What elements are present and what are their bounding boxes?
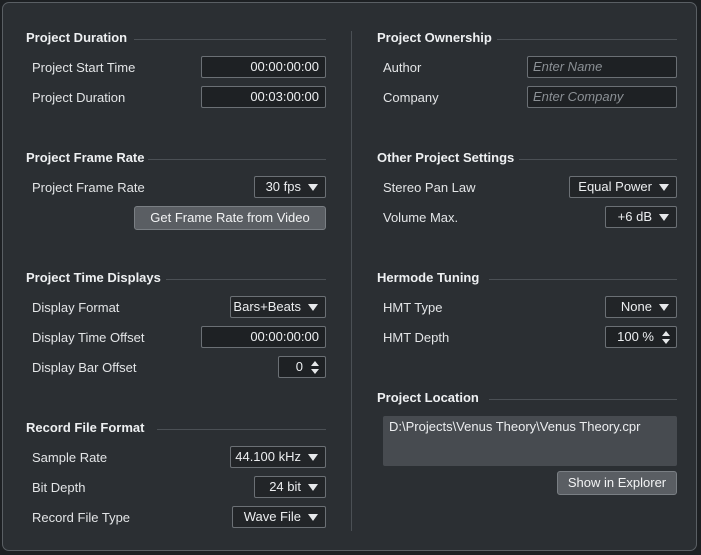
- stereo-pan-law-value: Equal Power: [578, 179, 652, 194]
- company-label: Company: [383, 90, 439, 105]
- chevron-down-icon: [308, 454, 318, 461]
- column-divider: [351, 31, 352, 531]
- project-duration-field[interactable]: 00:03:00:00: [201, 86, 326, 108]
- display-format-dropdown[interactable]: Bars+Beats: [230, 296, 326, 318]
- get-frame-rate-from-video-button[interactable]: Get Frame Rate from Video: [134, 206, 326, 230]
- display-time-offset-label: Display Time Offset: [32, 330, 145, 345]
- sample-rate-value: 44.100 kHz: [235, 449, 301, 464]
- author-label: Author: [383, 60, 422, 75]
- stepper-down-icon[interactable]: [662, 339, 670, 344]
- hmt-type-dropdown[interactable]: None: [605, 296, 677, 318]
- project-setup-panel: Project Duration Project Start Time 00:0…: [2, 2, 697, 551]
- section-divider: [148, 159, 326, 160]
- bit-depth-label: Bit Depth: [32, 480, 86, 495]
- record-file-type-dropdown[interactable]: Wave File: [232, 506, 326, 528]
- section-divider: [134, 39, 326, 40]
- section-title: Project Frame Rate: [26, 150, 145, 165]
- display-format-label: Display Format: [32, 300, 120, 315]
- stereo-pan-law-label: Stereo Pan Law: [383, 180, 476, 195]
- hmt-type-value: None: [620, 299, 652, 314]
- section-title: Project Time Displays: [26, 270, 161, 285]
- section-record-file-format: Record File Format: [26, 420, 326, 440]
- section-divider: [157, 429, 326, 430]
- display-time-offset-field[interactable]: 00:00:00:00: [201, 326, 326, 348]
- chevron-down-icon: [659, 304, 669, 311]
- display-bar-offset-stepper[interactable]: 0: [278, 356, 326, 378]
- project-start-time-field[interactable]: 00:00:00:00: [201, 56, 326, 78]
- hmt-depth-label: HMT Depth: [383, 330, 450, 345]
- sample-rate-dropdown[interactable]: 44.100 kHz: [230, 446, 326, 468]
- hmt-depth-stepper[interactable]: 100 %: [605, 326, 677, 348]
- project-duration-label: Project Duration: [32, 90, 126, 105]
- show-in-explorer-button[interactable]: Show in Explorer: [557, 471, 677, 495]
- section-hermode-tuning: Hermode Tuning: [377, 270, 677, 290]
- chevron-down-icon: [659, 184, 669, 191]
- section-divider: [519, 159, 677, 160]
- bit-depth-dropdown[interactable]: 24 bit: [254, 476, 326, 498]
- section-title: Record File Format: [26, 420, 145, 435]
- volume-max-dropdown[interactable]: +6 dB: [605, 206, 677, 228]
- stepper-down-icon[interactable]: [311, 369, 319, 374]
- section-project-frame-rate: Project Frame Rate: [26, 150, 326, 170]
- chevron-down-icon: [308, 514, 318, 521]
- section-title: Other Project Settings: [377, 150, 515, 165]
- sample-rate-label: Sample Rate: [32, 450, 108, 465]
- chevron-down-icon: [308, 184, 318, 191]
- author-field[interactable]: Enter Name: [527, 56, 677, 78]
- section-project-ownership: Project Ownership: [377, 30, 677, 50]
- display-bar-offset-label: Display Bar Offset: [32, 360, 137, 375]
- stereo-pan-law-dropdown[interactable]: Equal Power: [569, 176, 677, 198]
- stepper-up-icon[interactable]: [311, 361, 319, 366]
- hmt-type-label: HMT Type: [383, 300, 443, 315]
- section-project-time-displays: Project Time Displays: [26, 270, 326, 290]
- display-format-value: Bars+Beats: [233, 299, 301, 314]
- project-location-path: D:\Projects\Venus Theory\Venus Theory.cp…: [383, 416, 677, 466]
- record-file-type-value: Wave File: [243, 509, 301, 524]
- section-divider: [489, 279, 677, 280]
- chevron-down-icon: [308, 304, 318, 311]
- frame-rate-dropdown[interactable]: 30 fps: [254, 176, 326, 198]
- frame-rate-value: 30 fps: [265, 179, 301, 194]
- section-title: Project Location: [377, 390, 479, 405]
- section-project-location: Project Location: [377, 390, 677, 410]
- section-title: Hermode Tuning: [377, 270, 480, 285]
- volume-max-label: Volume Max.: [383, 210, 459, 225]
- stepper-up-icon[interactable]: [662, 331, 670, 336]
- chevron-down-icon: [308, 484, 318, 491]
- section-title: Project Duration: [26, 30, 128, 45]
- volume-max-value: +6 dB: [617, 209, 652, 224]
- project-start-time-label: Project Start Time: [32, 60, 136, 75]
- section-divider: [489, 399, 677, 400]
- record-file-type-label: Record File Type: [32, 510, 131, 525]
- display-bar-offset-value: 0: [295, 359, 303, 374]
- project-frame-rate-label: Project Frame Rate: [32, 180, 145, 195]
- section-divider: [497, 39, 677, 40]
- hmt-depth-value: 100 %: [617, 329, 654, 344]
- section-other-project-settings: Other Project Settings: [377, 150, 677, 170]
- section-divider: [166, 279, 326, 280]
- bit-depth-value: 24 bit: [269, 479, 301, 494]
- chevron-down-icon: [659, 214, 669, 221]
- company-field[interactable]: Enter Company: [527, 86, 677, 108]
- section-title: Project Ownership: [377, 30, 492, 45]
